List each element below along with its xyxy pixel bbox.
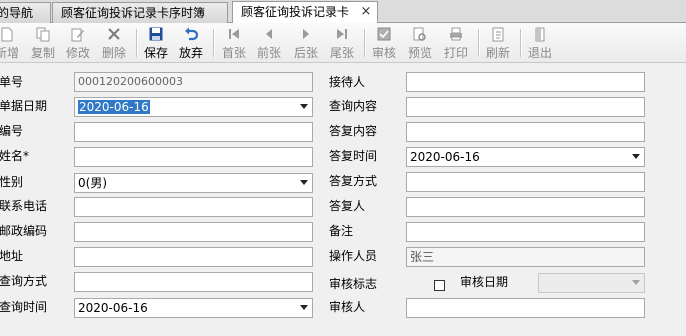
prev-arrow-icon: [254, 27, 284, 43]
replier-field[interactable]: [406, 197, 645, 217]
reply-content-field[interactable]: [406, 122, 645, 142]
inquiry-method-label: 查询方式: [0, 274, 48, 288]
gender-value: 0(男): [78, 176, 107, 190]
discard-button[interactable]: 放弃: [176, 26, 206, 60]
address-label: 地址: [0, 249, 24, 263]
first-record-button[interactable]: 首张: [219, 26, 249, 60]
last-record-button[interactable]: 尾张: [327, 26, 357, 60]
reply-content-label: 答复内容: [329, 124, 378, 138]
next-arrow-icon: [291, 27, 321, 43]
reply-time-label: 答复时间: [329, 149, 378, 163]
reply-method-field[interactable]: [406, 172, 645, 192]
audit-flag-label: 审核标志: [329, 277, 378, 291]
audit-stamp-icon: [369, 27, 399, 43]
doc-date-dropdown[interactable]: 2020-06-16: [74, 97, 313, 117]
code-field[interactable]: [74, 122, 313, 142]
replier-label: 答复人: [329, 199, 366, 213]
reply-time-value: 2020-06-16: [410, 150, 480, 164]
auditor-field[interactable]: [406, 298, 645, 318]
refresh-icon: [483, 27, 513, 43]
toolbar-separator: [478, 29, 480, 57]
reply-method-label: 答复方式: [329, 174, 378, 188]
tab-record-card[interactable]: 顾客征询投诉记录卡 ×: [232, 1, 378, 23]
save-button[interactable]: 保存: [141, 26, 171, 60]
first-arrow-icon: [219, 27, 249, 43]
next-record-button[interactable]: 后张: [291, 26, 321, 60]
tab-my-navigation[interactable]: 我的导航: [0, 2, 51, 23]
toolbar-separator: [364, 29, 366, 57]
doc-date-value: 2020-06-16: [78, 100, 150, 114]
inquiry-content-label: 查询内容: [329, 99, 378, 113]
inquiry-method-field[interactable]: [74, 272, 313, 292]
remark-label: 备注: [329, 224, 354, 238]
tab-label: 顾客征询投诉记录卡序时簿: [61, 6, 206, 20]
undo-arrow-icon: [176, 27, 206, 43]
exit-button[interactable]: 退出: [525, 26, 555, 60]
doc-no-label: 单号: [0, 75, 24, 89]
name-label: 姓名*: [0, 149, 30, 163]
new-doc-icon: [0, 27, 22, 43]
tab-label: 顾客征询投诉记录卡: [241, 5, 350, 19]
tab-bar: 我的导航 顾客征询投诉记录卡序时簿 顾客征询投诉记录卡 ×: [0, 0, 686, 23]
copy-icon: [28, 27, 58, 43]
chevron-down-icon[interactable]: [300, 180, 308, 185]
inquiry-time-value: 2020-06-16: [78, 301, 148, 315]
preview-button[interactable]: 预览: [405, 26, 435, 60]
phone-label: 联系电话: [0, 199, 48, 213]
refresh-button[interactable]: 刷新: [483, 26, 513, 60]
last-arrow-icon: [327, 27, 357, 43]
doc-date-label: 单据日期: [0, 99, 48, 113]
print-button[interactable]: 打印: [441, 26, 471, 60]
tab-record-list[interactable]: 顾客征询投诉记录卡序时簿: [52, 2, 228, 23]
gender-dropdown[interactable]: 0(男): [74, 173, 313, 193]
gender-label: 性别: [0, 175, 24, 189]
chevron-down-icon[interactable]: [632, 154, 640, 159]
receiver-label: 接待人: [329, 75, 366, 89]
name-field[interactable]: [74, 147, 313, 167]
code-label: 编号: [0, 124, 24, 138]
postcode-label: 邮政编码: [0, 224, 48, 238]
toolbar-separator: [213, 29, 215, 57]
delete-button[interactable]: 删除: [99, 26, 129, 60]
toolbar-separator: [136, 29, 138, 57]
delete-x-icon: [99, 27, 129, 43]
chevron-down-icon[interactable]: [300, 305, 308, 310]
printer-icon: [441, 27, 471, 43]
copy-button[interactable]: 复制: [28, 26, 58, 60]
toolbar: 新增 复制 修改 删除 保存 放弃 首张 前张 后张 尾张 审核 预览 打印 刷…: [0, 23, 686, 63]
operator-value: 张三: [410, 250, 435, 264]
remark-field[interactable]: [406, 222, 645, 242]
audit-button[interactable]: 审核: [369, 26, 399, 60]
prev-record-button[interactable]: 前张: [254, 26, 284, 60]
tab-label: 我的导航: [0, 6, 34, 20]
edit-button[interactable]: 修改: [63, 26, 93, 60]
chevron-down-icon[interactable]: [300, 104, 308, 109]
operator-label: 操作人员: [329, 249, 378, 263]
edit-icon: [63, 27, 93, 43]
audit-flag-checkbox[interactable]: [434, 280, 445, 291]
postcode-field[interactable]: [74, 222, 313, 242]
chevron-down-icon[interactable]: [632, 280, 640, 285]
audit-date-dropdown[interactable]: [538, 273, 645, 293]
auditor-label: 审核人: [329, 300, 366, 314]
operator-field[interactable]: 张三: [406, 247, 645, 267]
inquiry-content-field[interactable]: [406, 97, 645, 117]
inquiry-time-dropdown[interactable]: 2020-06-16: [74, 298, 313, 318]
exit-door-icon: [525, 27, 555, 43]
toolbar-separator: [520, 29, 522, 57]
doc-no-field[interactable]: 000120200600003: [74, 72, 313, 92]
close-icon[interactable]: ×: [359, 2, 373, 22]
doc-no-value: 000120200600003: [78, 75, 183, 88]
preview-icon: [405, 27, 435, 43]
floppy-disk-icon: [141, 27, 171, 43]
receiver-field[interactable]: [406, 72, 645, 92]
reply-time-dropdown[interactable]: 2020-06-16: [406, 147, 645, 167]
address-field[interactable]: [74, 247, 313, 267]
inquiry-time-label: 查询时间: [0, 300, 48, 314]
phone-field[interactable]: [74, 197, 313, 217]
new-button[interactable]: 新增: [0, 26, 22, 60]
audit-date-label: 审核日期: [460, 275, 509, 289]
